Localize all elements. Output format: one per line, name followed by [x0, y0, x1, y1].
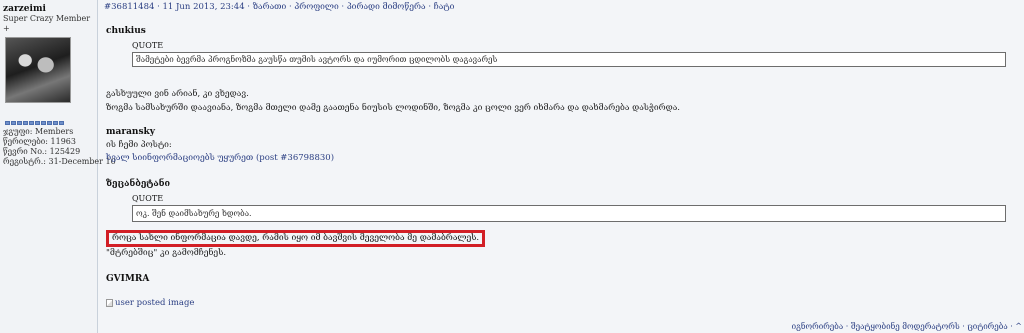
user-stat-posts: წერილები: 11963: [3, 137, 76, 146]
header-link-pm[interactable]: პირადი მიმოწერა: [347, 2, 426, 12]
username[interactable]: zarzeimi: [3, 4, 94, 14]
header-link-zarati[interactable]: ზარათი: [253, 2, 287, 12]
post-number-link[interactable]: #36811484: [104, 2, 154, 12]
quote-author-chukius: chukius: [106, 26, 146, 36]
header-link-chat[interactable]: ჩატი: [434, 2, 455, 12]
rank-pip: [17, 121, 22, 125]
post-footer: იგნორირება · შეატყობინე მოდერატორს · ციტ…: [791, 322, 1022, 331]
rank-pip: [5, 121, 10, 125]
post-body: chukius QUOTE შამეტები ბევრმა პროგნოზმა …: [106, 26, 1006, 308]
quote-box: შამეტები ბევრმა პროგნოზმა გაუსწა თუმის ა…: [132, 52, 1006, 67]
quote-label: QUOTE: [132, 41, 164, 50]
user-stat-group: ჯგუფი: Members: [3, 127, 74, 136]
post-date: · 11 Jun 2013, 23:44 ·: [157, 2, 251, 12]
header-link-profile[interactable]: პროფილი: [294, 2, 338, 12]
post-line: ის ჩემი პოსტი:: [106, 140, 172, 150]
image-alt-text: user posted image: [115, 298, 195, 308]
highlighted-text: როცა სახლი ინფორმაცია დავდე, რამის იყო ი…: [106, 230, 486, 247]
rank-pip: [23, 121, 28, 125]
report-link[interactable]: შეატყობინე მოდერატორს: [851, 322, 960, 331]
top-link[interactable]: ^: [1015, 322, 1022, 331]
rank-pip: [41, 121, 46, 125]
user-group: Super Crazy Member +: [3, 14, 91, 33]
user-stat-registered: რეგისტრ.: 31-December 10: [3, 157, 116, 166]
rank-pip: [53, 121, 58, 125]
post-main: #36811484 · 11 Jun 2013, 23:44 · ზარათი …: [104, 0, 1024, 333]
quote-label: QUOTE: [132, 194, 164, 203]
broken-image-icon: [106, 299, 113, 307]
quote-link[interactable]: ციტირება: [967, 322, 1007, 331]
rank-pip: [47, 121, 52, 125]
quote-author: ზეცანბეტანი: [106, 179, 171, 189]
rank-pip: [59, 121, 64, 125]
user-sidebar: zarzeimi Super Crazy Member + ჯგუფი: Mem…: [0, 0, 116, 333]
quoted-post-number-link[interactable]: (post #36798830): [256, 153, 334, 163]
post-line: "მტრებშიც" კი გამომჩენეს.: [106, 248, 227, 258]
post-line: გასხუული ვინ არიან, კი ვხედავ.: [106, 89, 249, 99]
rank-pip: [35, 121, 40, 125]
signature: GVIMRA: [106, 274, 150, 284]
ignore-link[interactable]: იგნორირება: [792, 322, 844, 331]
quote-author-maransky: maransky: [106, 127, 156, 137]
user-stat-member-no: წევრი No.: 125429: [3, 147, 81, 156]
post-header: #36811484 · 11 Jun 2013, 23:44 · ზარათი …: [104, 2, 455, 12]
quoted-post-link[interactable]: ხვალ სიინფორმაციოებს უყურეთ: [106, 153, 253, 163]
quote-box: ოკ. შენ დაიმსახურე ხდობა.: [132, 205, 1006, 222]
rank-pip: [11, 121, 16, 125]
avatar[interactable]: [5, 37, 71, 103]
rank-pips: [5, 121, 94, 125]
rank-pip: [29, 121, 34, 125]
post-line: ზოგმა სამსახურში დაავიანა, ზოგმა მთელი დ…: [106, 103, 681, 113]
user-posted-image[interactable]: user posted image: [106, 298, 1006, 308]
